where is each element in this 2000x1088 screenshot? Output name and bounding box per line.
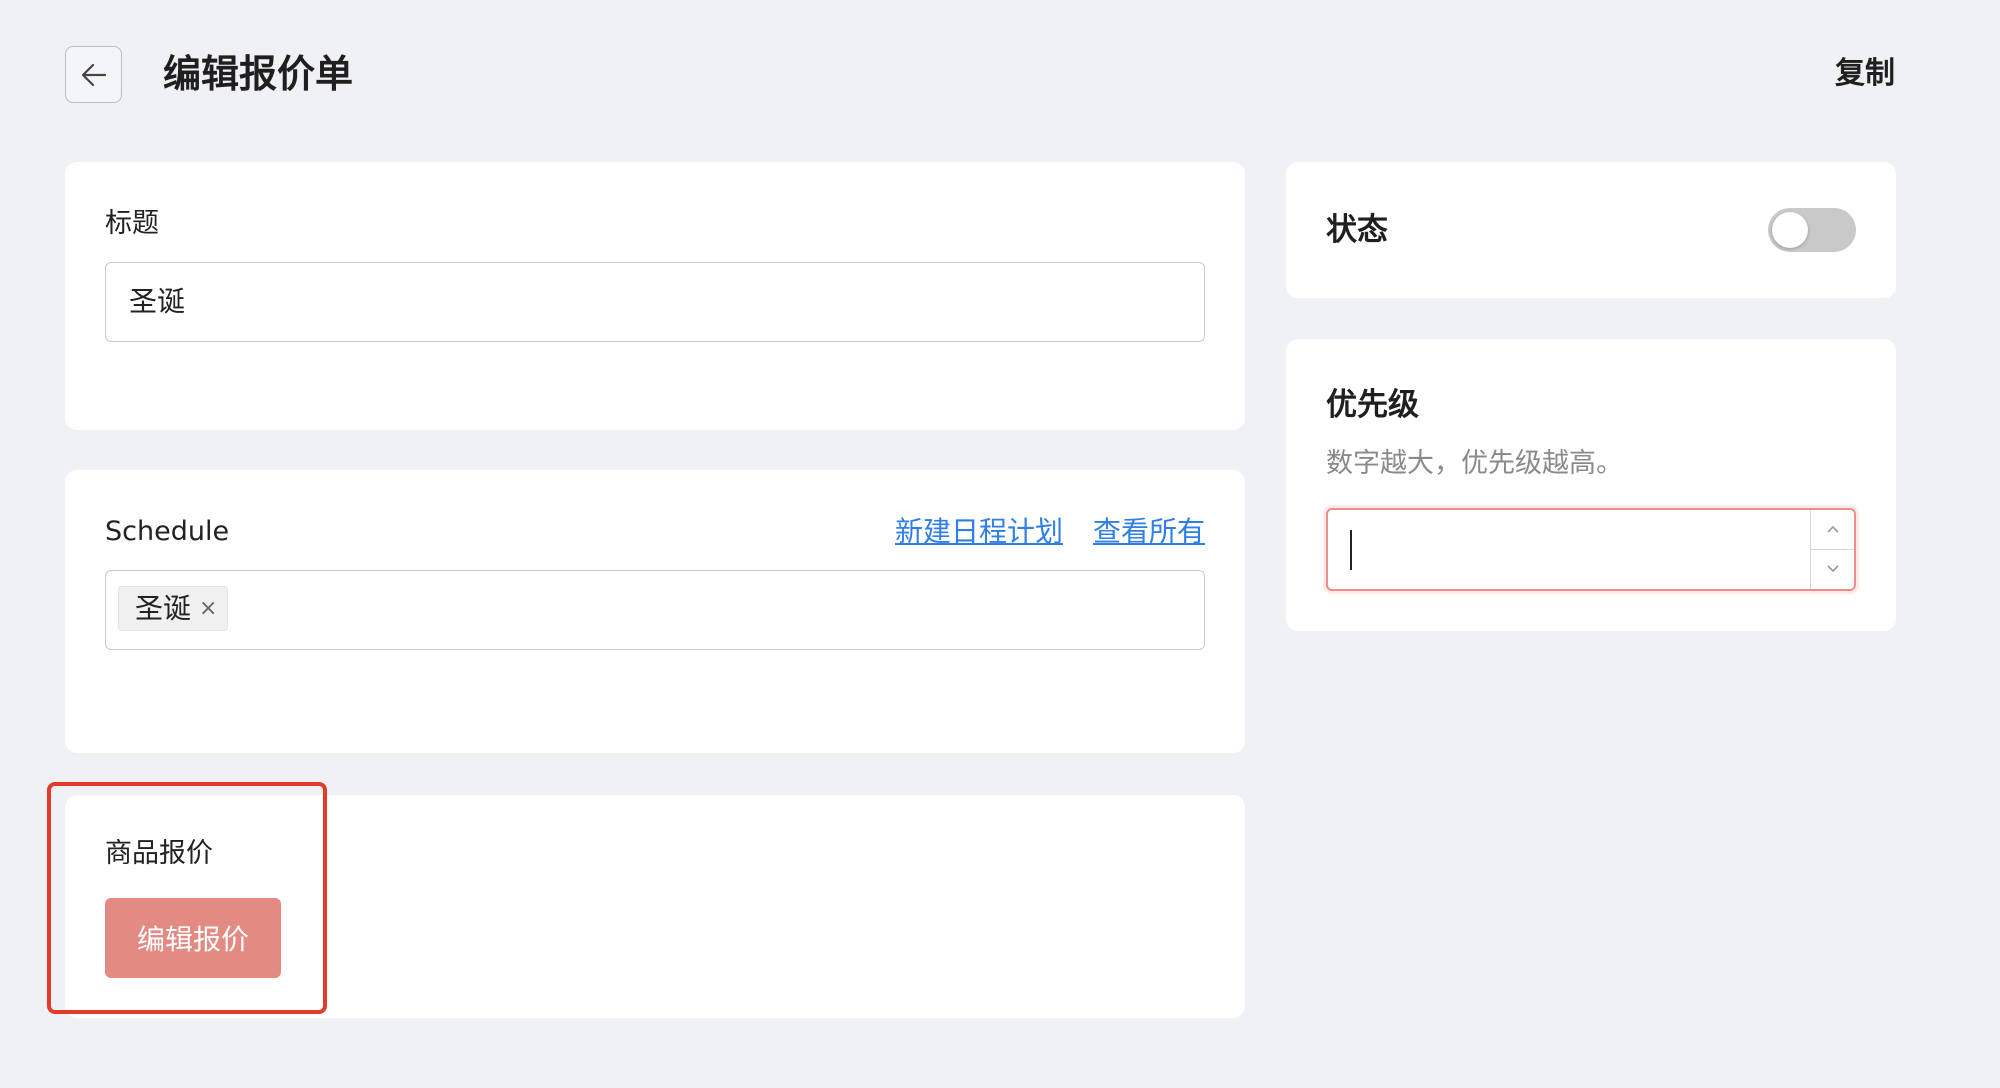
close-icon[interactable]: × — [199, 597, 217, 619]
edit-quote-button[interactable]: 编辑报价 — [105, 898, 281, 978]
title-input[interactable]: 圣诞 — [105, 262, 1205, 342]
schedule-tag: 圣诞 × — [118, 586, 229, 631]
chevron-down-icon — [1826, 565, 1839, 573]
chevron-up-icon — [1826, 526, 1839, 533]
priority-hint: 数字越大，优先级越高。 — [1326, 448, 1623, 479]
page-header: 编辑报价单 复制 — [65, 44, 1895, 104]
page-title: 编辑报价单 — [163, 52, 354, 96]
status-toggle[interactable] — [1768, 208, 1856, 252]
decrement-button[interactable] — [1811, 550, 1854, 590]
status-card: 状态 — [1286, 162, 1896, 298]
increment-button[interactable] — [1811, 510, 1854, 550]
title-label: 标题 — [105, 208, 159, 239]
status-label: 状态 — [1326, 212, 1388, 248]
arrow-left-icon — [81, 63, 106, 86]
copy-button[interactable]: 复制 — [1835, 53, 1895, 95]
new-schedule-link[interactable]: 新建日程计划 — [895, 514, 1063, 550]
schedule-label: Schedule — [105, 516, 230, 547]
priority-input[interactable] — [1326, 508, 1856, 591]
priority-card: 优先级 数字越大，优先级越高。 — [1286, 339, 1896, 631]
schedule-select[interactable]: 圣诞 × — [105, 570, 1205, 650]
toggle-knob — [1772, 212, 1808, 248]
priority-label: 优先级 — [1326, 387, 1419, 423]
schedule-card: Schedule 新建日程计划 查看所有 圣诞 × — [65, 470, 1245, 753]
text-caret — [1350, 530, 1352, 570]
view-all-link[interactable]: 查看所有 — [1093, 514, 1205, 550]
tag-label: 圣诞 — [135, 592, 192, 625]
products-label: 商品报价 — [105, 838, 213, 869]
title-card: 标题 圣诞 — [65, 162, 1245, 430]
quantity-stepper — [1810, 510, 1854, 589]
back-button[interactable] — [65, 46, 122, 103]
products-card: 商品报价 编辑报价 — [65, 795, 1245, 1018]
